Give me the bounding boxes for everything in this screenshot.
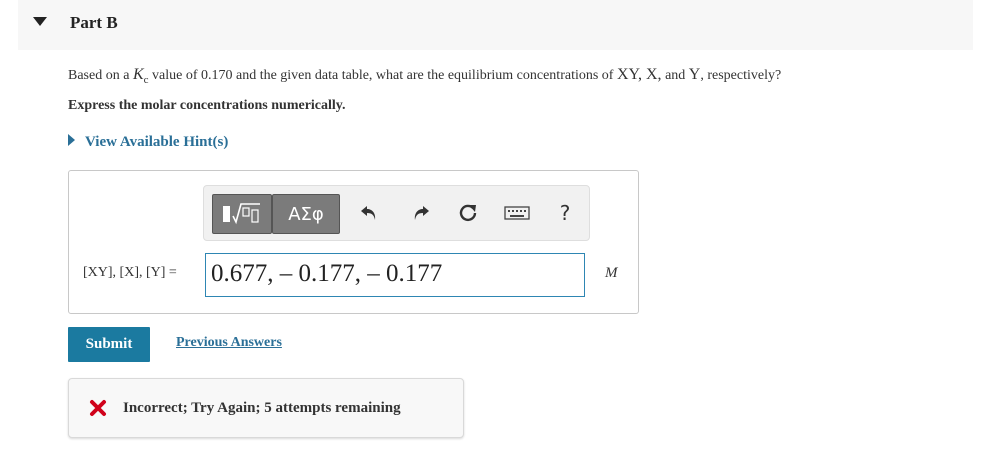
undo-button[interactable] [356,200,382,226]
answer-input[interactable]: 0.677, – 0.177, – 0.177 [205,253,585,297]
keyboard-icon [504,206,530,220]
submit-button[interactable]: Submit [68,327,150,362]
keyboard-button[interactable] [502,200,532,226]
help-icon: ? [559,201,571,225]
collapse-caret-icon[interactable] [33,17,47,26]
greek-icon: ΑΣφ [288,203,324,225]
instruction-text: Express the molar concentrations numeric… [68,98,346,113]
help-button[interactable]: ? [552,200,578,226]
feedback-box: Incorrect; Try Again; 5 attempts remaini… [68,378,464,438]
part-header[interactable] [18,0,973,50]
unit-label: M [605,265,618,281]
view-hints-link[interactable]: View Available Hint(s) [68,134,228,151]
incorrect-x-icon [90,400,106,416]
question-text: Based on a Kc value of 0.170 and the giv… [68,66,782,87]
part-title: Part B [70,13,118,32]
answer-box: ΑΣφ ? [XY], [X], [Y] = 0.677, – 0.177, –… [68,170,639,314]
math-toolbar: ΑΣφ ? [203,185,590,241]
reset-button[interactable] [455,200,481,226]
hint-label: View Available Hint(s) [85,134,229,150]
template-button[interactable] [212,194,272,234]
caret-right-icon [68,134,75,146]
template-icon [223,203,260,225]
feedback-message: Incorrect; Try Again; 5 attempts remaini… [123,400,401,416]
reset-icon [459,204,477,222]
undo-icon [361,206,376,220]
greek-button[interactable]: ΑΣφ [272,194,340,234]
kc-symbol: Kc [132,66,149,87]
redo-button[interactable] [408,200,434,226]
redo-icon [414,206,429,220]
previous-answers-link[interactable]: Previous Answers [176,335,282,351]
answer-variable-label: [XY], [X], [Y] = [83,265,177,280]
